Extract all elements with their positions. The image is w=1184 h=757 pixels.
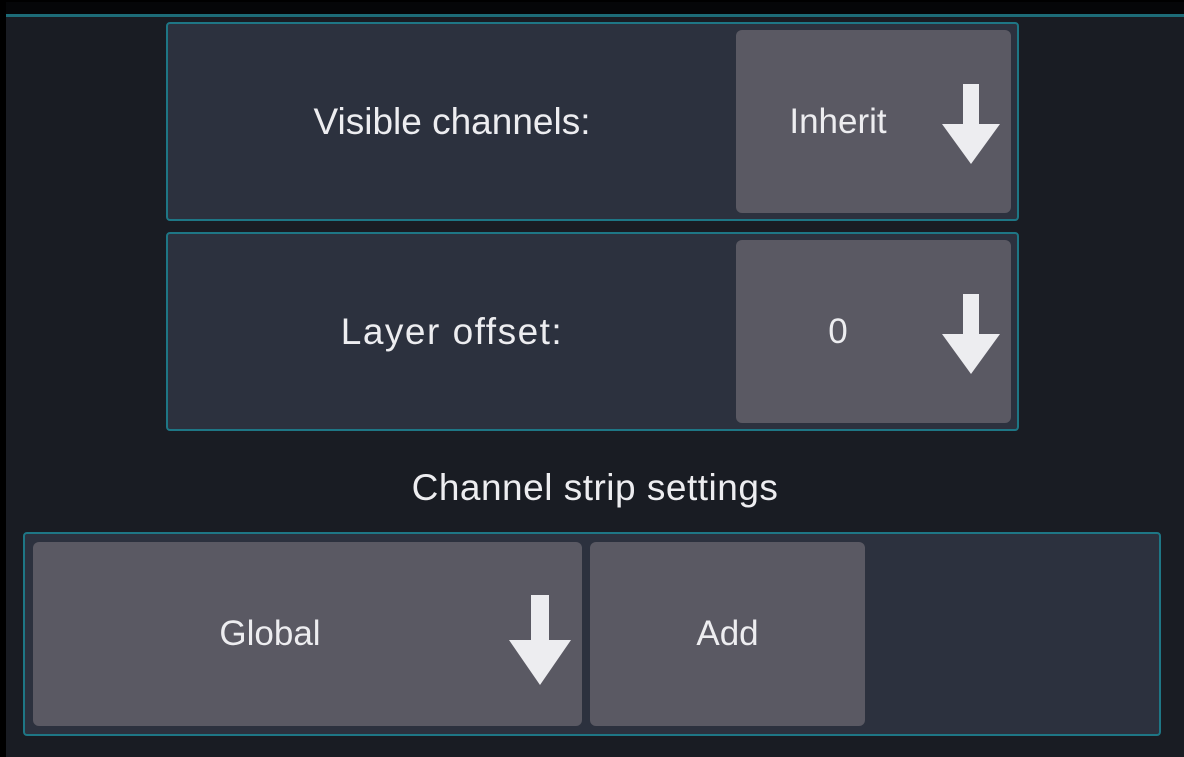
layer-offset-row: Layer offset: 0: [166, 232, 1019, 431]
channel-strip-panel: Global Add: [23, 532, 1161, 736]
layer-offset-value: 0: [828, 311, 848, 351]
top-divider: [6, 2, 1184, 17]
visible-channels-row: Visible channels: Inherit: [166, 22, 1019, 221]
layer-offset-label: Layer offset:: [340, 310, 564, 352]
channel-settings-panel: Visible channels: Inherit Layer offset: …: [6, 2, 1184, 757]
layer-offset-dropdown[interactable]: 0: [736, 240, 1011, 423]
channel-strip-preset-value: Global: [219, 614, 321, 653]
arrow-down-icon: [942, 84, 1000, 164]
arrow-down-icon: [509, 595, 571, 685]
add-button[interactable]: Add: [590, 542, 865, 726]
visible-channels-dropdown[interactable]: Inherit: [736, 30, 1011, 213]
channel-strip-settings-heading: Channel strip settings: [411, 467, 779, 508]
arrow-down-icon: [942, 294, 1000, 374]
visible-channels-label: Visible channels:: [313, 100, 591, 142]
visible-channels-value: Inherit: [789, 101, 887, 141]
channel-strip-preset-dropdown[interactable]: Global: [33, 542, 582, 726]
